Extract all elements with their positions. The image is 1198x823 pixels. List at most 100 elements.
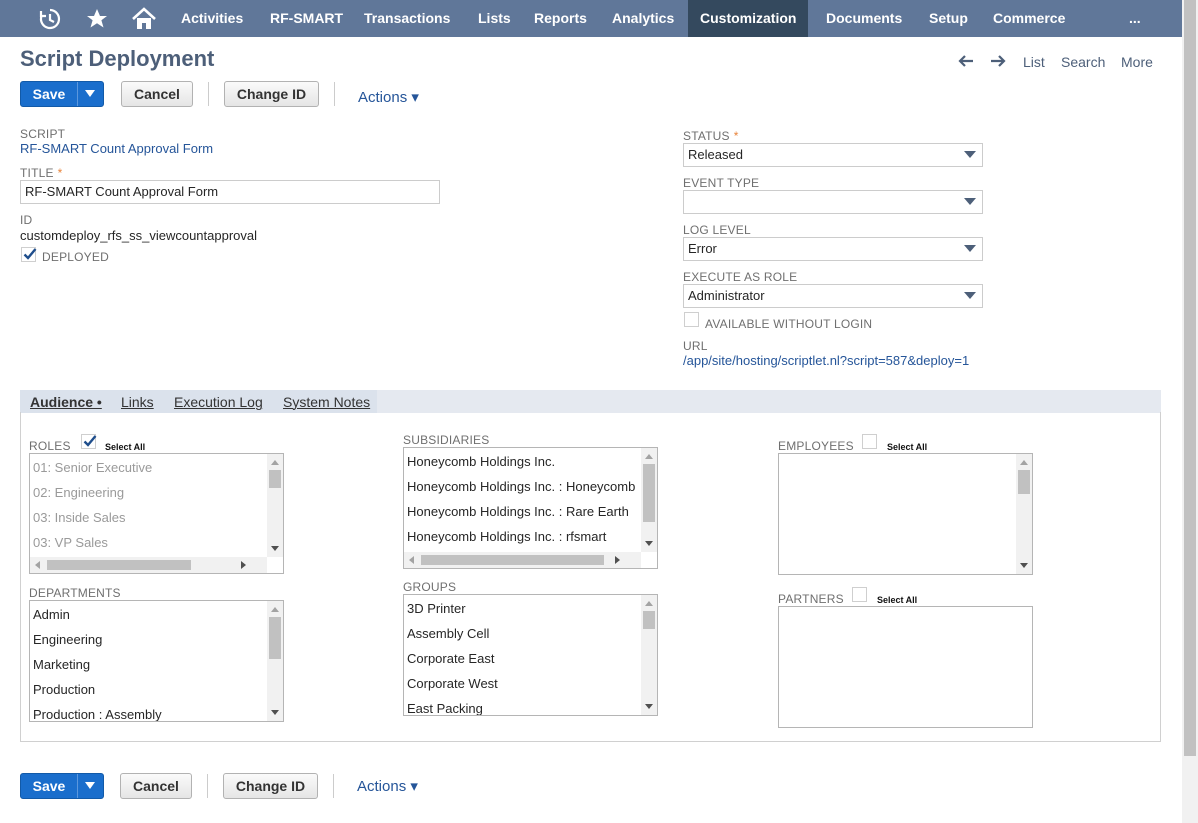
scrollbar-thumb[interactable] [643,464,655,522]
subsidiaries-vertical-scrollbar[interactable] [641,448,657,552]
employees-vertical-scrollbar[interactable] [1016,454,1032,574]
scroll-down-icon[interactable] [1020,563,1028,568]
list-item[interactable]: 03: VP Sales [33,535,108,550]
subsidiaries-listbox[interactable]: Honeycomb Holdings Inc. Honeycomb Holdin… [403,447,658,569]
star-icon[interactable] [84,6,110,32]
change-id-button-bottom[interactable]: Change ID [223,773,318,799]
scroll-down-icon[interactable] [645,541,653,546]
list-item[interactable]: Corporate East [407,651,494,666]
nav-customization[interactable]: Customization [688,0,809,37]
save-button-label[interactable]: Save [21,82,77,106]
nav-reports[interactable]: Reports [522,0,599,37]
departments-listbox[interactable]: Admin Engineering Marketing Production P… [29,600,284,722]
event-type-select[interactable] [683,190,983,214]
list-link[interactable]: List [1023,54,1045,70]
list-item[interactable]: East Packing [407,701,483,715]
nav-transactions[interactable]: Transactions [352,0,462,37]
list-item[interactable]: 03: Inside Sales [33,510,126,525]
groups-vertical-scrollbar[interactable] [641,595,657,715]
nav-rf-smart[interactable]: RF-SMART [258,0,355,37]
script-link[interactable]: RF-SMART Count Approval Form [20,141,213,156]
nav-lists[interactable]: Lists [466,0,523,37]
scroll-down-icon[interactable] [645,704,653,709]
more-link[interactable]: More [1121,54,1153,70]
actions-menu-bottom[interactable]: Actions ▾ [357,777,418,795]
scroll-up-icon[interactable] [645,454,653,459]
url-link[interactable]: /app/site/hosting/scriptlet.nl?script=58… [683,353,969,368]
deployed-checkbox[interactable] [21,247,37,262]
subsidiaries-horizontal-scrollbar[interactable] [404,552,641,568]
list-item[interactable]: Honeycomb Holdings Inc. : rfsmart [407,529,606,544]
scroll-up-icon[interactable] [645,601,653,606]
tab-links[interactable]: Links [121,394,154,410]
execute-as-role-select[interactable]: Administrator [683,284,983,308]
roles-listbox[interactable]: 01: Senior Executive 02: Engineering 03:… [29,453,284,574]
partners-select-all-checkbox[interactable] [852,587,867,602]
groups-listbox[interactable]: 3D Printer Assembly Cell Corporate East … [403,594,658,716]
employees-listbox[interactable] [778,453,1033,575]
title-input[interactable]: RF-SMART Count Approval Form [20,180,440,204]
list-item[interactable]: Honeycomb Holdings Inc. [407,454,555,469]
page-scrollbar[interactable] [1182,0,1198,823]
recent-icon[interactable] [37,6,63,32]
log-level-select[interactable]: Error [683,237,983,261]
employees-select-all-checkbox[interactable] [862,434,877,449]
tab-audience[interactable]: Audience • [30,394,102,410]
scroll-up-icon[interactable] [271,607,279,612]
list-item[interactable]: Production [33,682,95,697]
save-button-bottom[interactable]: Save [20,773,104,799]
tab-execution-log[interactable]: Execution Log [174,394,263,410]
nav-analytics[interactable]: Analytics [600,0,686,37]
scroll-up-icon[interactable] [1020,460,1028,465]
list-item[interactable]: Honeycomb Holdings Inc. : Honeycomb I [407,479,639,494]
status-select[interactable]: Released [683,143,983,167]
scroll-up-icon[interactable] [271,460,279,465]
actions-menu[interactable]: Actions ▾ [358,88,419,106]
tab-system-notes[interactable]: System Notes [283,394,370,410]
list-item[interactable]: Corporate West [407,676,498,691]
roles-vertical-scrollbar[interactable] [267,454,283,557]
scrollbar-thumb[interactable] [421,555,604,565]
scrollbar-thumb[interactable] [643,611,655,629]
nav-commerce[interactable]: Commerce [981,0,1077,37]
list-item[interactable]: Admin [33,607,70,622]
scrollbar-thumb[interactable] [269,617,281,659]
partners-listbox[interactable] [778,606,1033,728]
page-scrollbar-thumb[interactable] [1184,0,1196,756]
list-item[interactable]: 02: Engineering [33,485,124,500]
scroll-left-icon[interactable] [35,561,40,569]
departments-vertical-scrollbar[interactable] [267,601,283,721]
save-button-label[interactable]: Save [21,774,77,798]
previous-record-icon[interactable] [957,52,975,70]
search-link[interactable]: Search [1061,54,1105,70]
scroll-right-icon[interactable] [615,556,620,564]
nav-activities[interactable]: Activities [169,0,255,37]
roles-select-all-checkbox[interactable] [81,434,97,449]
scroll-left-icon[interactable] [409,556,414,564]
scrollbar-thumb[interactable] [47,560,191,570]
cancel-button-bottom[interactable]: Cancel [120,773,192,799]
scroll-right-icon[interactable] [241,561,246,569]
list-item[interactable]: Assembly Cell [407,626,489,641]
scroll-down-icon[interactable] [271,546,279,551]
list-item[interactable]: 3D Printer [407,601,466,616]
nav-setup[interactable]: Setup [917,0,980,37]
save-dropdown-icon[interactable] [76,774,103,798]
list-item[interactable]: Production : Assembly [33,707,162,721]
scrollbar-thumb[interactable] [1018,470,1030,494]
scrollbar-thumb[interactable] [269,470,281,488]
scroll-down-icon[interactable] [271,710,279,715]
cancel-button[interactable]: Cancel [121,81,193,107]
change-id-button[interactable]: Change ID [224,81,319,107]
list-item[interactable]: 01: Senior Executive [33,460,152,475]
list-item[interactable]: Engineering [33,632,102,647]
next-record-icon[interactable] [989,52,1007,70]
nav-more[interactable]: ... [1117,0,1153,37]
list-item[interactable]: Marketing [33,657,90,672]
home-icon[interactable] [131,6,157,32]
list-item[interactable]: Honeycomb Holdings Inc. : Rare Earth [407,504,629,519]
available-without-login-checkbox[interactable] [684,312,699,327]
save-button[interactable]: Save [20,81,104,107]
roles-horizontal-scrollbar[interactable] [30,557,267,573]
save-dropdown-icon[interactable] [76,82,103,106]
